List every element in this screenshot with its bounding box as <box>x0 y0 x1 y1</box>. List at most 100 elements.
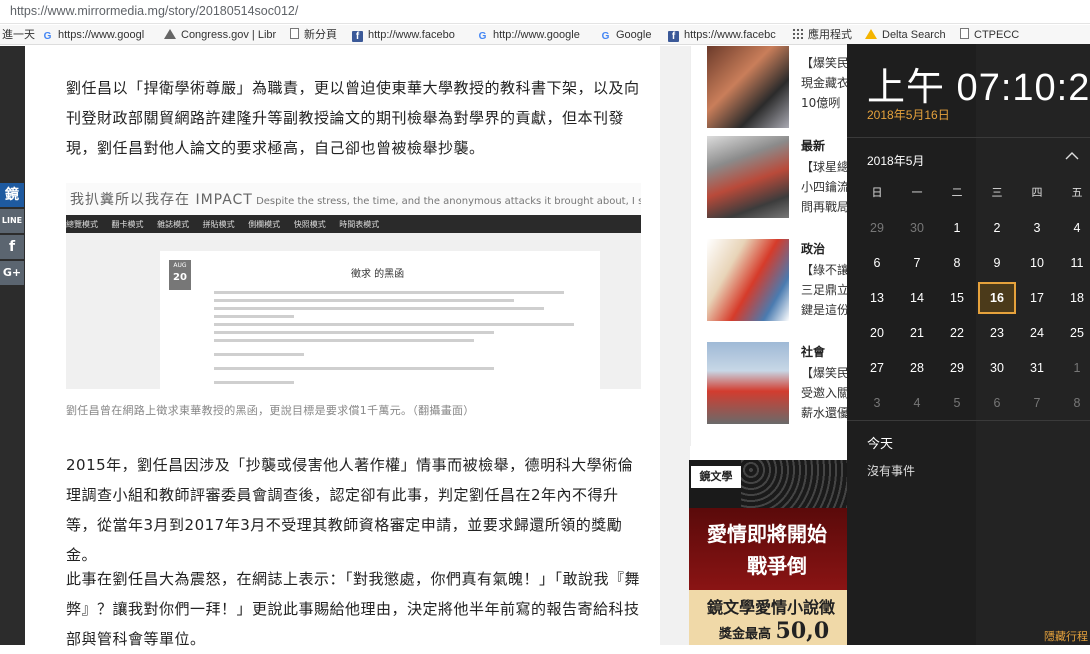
chevron-up-icon[interactable] <box>1065 150 1079 164</box>
url-text[interactable]: https://www.mirrormedia.mg/story/2018051… <box>10 4 298 18</box>
news-category[interactable]: 社會 <box>801 343 825 360</box>
hide-schedule-link[interactable]: 隱藏行程 <box>1044 628 1088 644</box>
calendar-day[interactable]: 2 <box>978 212 1016 244</box>
calendar-day[interactable]: 16 <box>978 282 1016 314</box>
facebook-share-button[interactable]: f <box>0 235 24 259</box>
bookmark-item[interactable]: Congress.gov | Libr <box>164 28 276 42</box>
advertisement-banner[interactable]: 鏡文學 愛情即將開始 戰爭倒 鏡文學愛情小說徵 獎金最高 50,0 <box>689 460 849 645</box>
calendar-day[interactable]: 13 <box>858 282 896 314</box>
calendar-day[interactable]: 30 <box>898 212 936 244</box>
figure-nav-item: 快照模式 <box>293 220 326 229</box>
calendar-day[interactable]: 30 <box>978 352 1016 384</box>
bookmark-item[interactable]: G Google <box>600 28 652 42</box>
calendar-day[interactable]: 4 <box>898 387 936 419</box>
bookmark-item[interactable]: Delta Search <box>865 28 946 42</box>
calendar-day[interactable]: 3 <box>1018 212 1056 244</box>
calendar-day[interactable]: 7 <box>1018 387 1056 419</box>
line-share-button[interactable]: LINE <box>0 209 24 233</box>
bookmark-label: Congress.gov | Libr <box>181 29 277 41</box>
calendar-day[interactable]: 29 <box>938 352 976 384</box>
calendar-flyout: 上午 07:10:23 2018年5月16日 2018年5月 日 一 二 三 四 五 29… <box>847 44 1090 645</box>
figure-blog-title: 我扒糞所以我存在 IMPACT <box>70 192 253 208</box>
article-paragraph: 此事在劉任昌大為震怒，在網誌上表示：「對我懲處，你們真有氣魄！」「敢說我『舞弊』… <box>66 570 641 648</box>
ad-subtitle-block: 鏡文學愛情小說徵 獎金最高 50,0 <box>689 590 849 645</box>
calendar-day[interactable]: 11 <box>1058 247 1090 279</box>
googleplus-share-button[interactable]: G+ <box>0 261 24 285</box>
figure-text-line <box>214 381 294 384</box>
bookmark-label: 應用程式 <box>808 29 852 41</box>
news-category[interactable]: 政治 <box>801 240 825 257</box>
figure-text-line <box>214 323 574 326</box>
drive-icon <box>865 29 877 39</box>
calendar-day[interactable]: 23 <box>978 317 1016 349</box>
calendar-day[interactable]: 15 <box>938 282 976 314</box>
calendar-month-label[interactable]: 2018年5月 <box>867 152 924 169</box>
calendar-day[interactable]: 25 <box>1058 317 1090 349</box>
ad-headline: 愛情即將開始 戰爭倒 <box>689 508 849 590</box>
facebook-icon: f <box>352 31 363 42</box>
calendar-day[interactable]: 21 <box>898 317 936 349</box>
news-item[interactable]: 社會 【爆笑民受邀入關薪水還優 <box>707 342 857 428</box>
news-item[interactable]: 【爆笑民現金藏衣10億咧 <box>707 46 857 132</box>
calendar-day[interactable]: 28 <box>898 352 936 384</box>
address-bar[interactable]: https://www.mirrormedia.mg/story/2018051… <box>0 0 1090 24</box>
clock-date[interactable]: 2018年5月16日 <box>867 106 950 123</box>
google-icon: G <box>601 31 610 42</box>
calendar-day[interactable]: 8 <box>1058 387 1090 419</box>
mirror-logo-button[interactable]: 鏡 <box>0 183 24 207</box>
calendar-day[interactable]: 14 <box>898 282 936 314</box>
weekday-label: 一 <box>911 187 923 199</box>
bookmark-label: Google <box>616 29 652 41</box>
bookmarks-bar: 進一天 Ghttps://www.googl Congress.gov | Li… <box>0 25 1090 45</box>
news-thumbnail[interactable] <box>707 239 789 321</box>
calendar-day[interactable]: 4 <box>1058 212 1090 244</box>
calendar-day[interactable]: 1 <box>1058 352 1090 384</box>
figure-caption: 劉任昌曾在網路上徵求東華教授的黑函，更說目標是要求償1千萬元。（翻攝畫面） <box>66 404 475 417</box>
news-sidebar: 【爆笑民現金藏衣10億咧 最新 【球星總小四鑰流問再戰局 政治 【綠不讓三足鼎立… <box>690 46 850 446</box>
bookmark-item[interactable]: Ghttp://www.google <box>477 28 580 42</box>
google-icon: G <box>478 31 487 42</box>
social-share-bar: 鏡 LINE f G+ <box>0 183 25 287</box>
ad-headline-line: 戰爭倒 <box>747 554 807 578</box>
calendar-day[interactable]: 31 <box>1018 352 1056 384</box>
news-thumbnail[interactable] <box>707 342 789 424</box>
bookmark-item[interactable]: f https://www.facebc <box>668 28 776 42</box>
bookmark-item[interactable]: 應用程式 <box>792 28 852 42</box>
calendar-day[interactable]: 5 <box>938 387 976 419</box>
calendar-day[interactable]: 7 <box>898 247 936 279</box>
ad-subtitle: 鏡文學愛情小說徵 <box>707 598 836 617</box>
bookmark-label: Delta Search <box>882 29 946 41</box>
article-figure[interactable]: 我扒糞所以我存在 IMPACT Despite the stress, the … <box>66 183 641 389</box>
calendar-day[interactable]: 20 <box>858 317 896 349</box>
news-thumbnail[interactable] <box>707 46 789 128</box>
calendar-day[interactable]: 27 <box>858 352 896 384</box>
calendar-day[interactable]: 6 <box>858 247 896 279</box>
flyout-divider <box>847 420 1090 421</box>
calendar-day[interactable]: 17 <box>1018 282 1056 314</box>
calendar-day[interactable]: 22 <box>938 317 976 349</box>
news-thumbnail[interactable] <box>707 136 789 218</box>
calendar-day[interactable]: 24 <box>1018 317 1056 349</box>
bookmark-item[interactable]: 進一天 <box>2 28 35 42</box>
bookmark-item[interactable]: CTPECC <box>960 28 1019 42</box>
figure-date-day: 20 <box>173 272 187 283</box>
calendar-day[interactable]: 18 <box>1058 282 1090 314</box>
calendar-day[interactable]: 10 <box>1018 247 1056 279</box>
calendar-day[interactable]: 6 <box>978 387 1016 419</box>
news-item[interactable]: 政治 【綠不讓三足鼎立鍵是這份 <box>707 239 857 325</box>
news-item[interactable]: 最新 【球星總小四鑰流問再戰局 <box>707 136 857 222</box>
calendar-day[interactable]: 8 <box>938 247 976 279</box>
bookmark-label: http://www.google <box>493 29 580 41</box>
calendar-day[interactable]: 29 <box>858 212 896 244</box>
calendar-day[interactable]: 3 <box>858 387 896 419</box>
weekday-label: 五 <box>1071 187 1083 199</box>
figure-text-line <box>214 339 474 342</box>
bookmark-item[interactable]: f http://www.facebo <box>352 28 455 42</box>
page-icon <box>960 28 969 39</box>
weekday-label: 三 <box>991 187 1003 199</box>
bookmark-item[interactable]: 新分頁 <box>290 28 337 42</box>
news-category[interactable]: 最新 <box>801 137 825 154</box>
calendar-day[interactable]: 1 <box>938 212 976 244</box>
calendar-day[interactable]: 9 <box>978 247 1016 279</box>
bookmark-item[interactable]: Ghttps://www.googl <box>42 28 145 42</box>
